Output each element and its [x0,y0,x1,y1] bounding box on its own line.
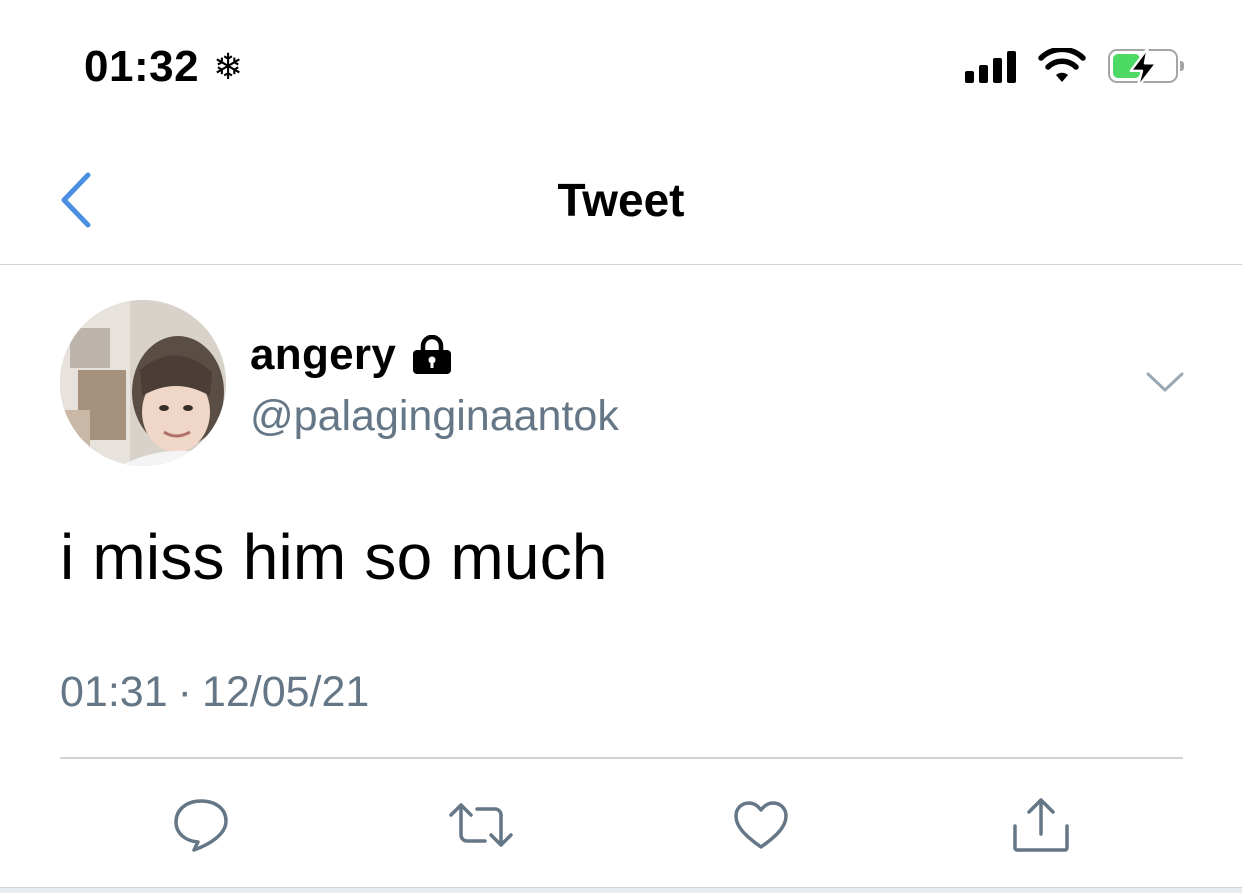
battery-charging-icon [1108,47,1184,89]
tweet-actions [0,790,1242,860]
charging-bolt-icon [1129,47,1158,89]
retweet-icon [449,803,513,847]
reply-icon [174,799,228,852]
status-time: 01:32 [84,42,200,91]
tweet-date: 12/05/21 [201,668,370,716]
divider [60,757,1183,759]
snowflake-icon: ❄ [213,46,244,87]
tweet-header: angery @palaginginaantok [60,300,1190,470]
status-bar: 01:32 ❄ [0,0,1242,130]
avatar[interactable] [60,300,226,466]
bottom-divider [0,887,1242,893]
display-name: angery [250,330,397,379]
heart-icon [734,801,788,849]
status-indicators [965,47,1184,89]
tweet-timestamp: 01:31 · 12/05/21 [60,668,369,717]
timestamp-separator: · [177,668,192,716]
user-handle[interactable]: @palaginginaantok [250,392,619,441]
chevron-down-icon [1146,372,1184,392]
status-time-container: 01:32 ❄ [84,42,244,92]
cellular-signal-icon [965,49,1016,83]
author-name-row[interactable]: angery [250,330,454,380]
lock-icon [410,335,454,375]
reply-button[interactable] [166,790,236,860]
share-icon [1013,798,1069,852]
wifi-icon [1038,48,1086,82]
page-title: Tweet [557,174,685,226]
tweet-text: i miss him so much [60,521,608,593]
share-button[interactable] [1006,790,1076,860]
tweet-menu-button[interactable] [1140,362,1190,402]
avatar-photo [60,300,226,466]
like-button[interactable] [726,790,796,860]
navigation-bar: Tweet [0,135,1242,265]
tweet-time: 01:31 [60,668,168,716]
retweet-button[interactable] [446,790,516,860]
